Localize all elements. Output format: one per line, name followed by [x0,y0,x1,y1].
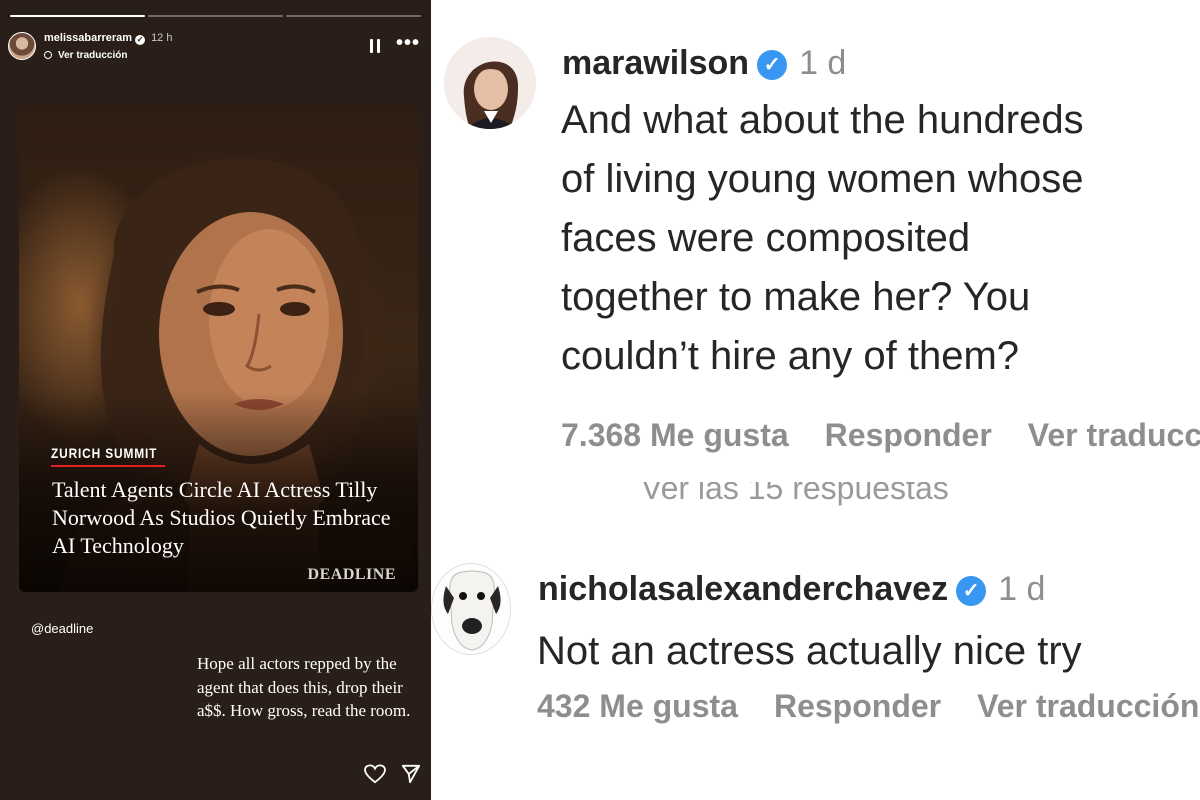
avatar[interactable] [431,563,511,655]
avatar[interactable] [444,37,536,129]
story-time: 12 h [151,32,173,44]
comment-username[interactable]: marawilson [562,44,749,82]
comment-text: Not an actress actually nice try [537,622,1082,681]
translate-link[interactable]: Ver traducción [44,50,127,61]
comment-text: And what about the hundreds of living yo… [561,91,1084,386]
kicker-underline [51,465,165,467]
story-progress-segment [286,15,421,17]
likes-count[interactable]: 432 Me gusta [537,688,738,724]
verified-icon: ✓ [956,576,987,606]
story-progress-segment [148,15,283,17]
comment-actions: 432 Me gusta Responder Ver traducción [537,688,1200,725]
comment-text-line: faces were composited [561,216,971,260]
comments-panel: marawilson ✓ 1 d And what about the hundre… [431,0,1200,800]
view-replies-link[interactable]: Ver las 15 respuestas [641,482,949,507]
story-caption: Hope all actors repped by the agent that… [197,654,411,720]
translate-button[interactable]: Ver traducción [1028,417,1200,453]
heart-icon[interactable] [364,764,386,784]
instagram-story: melissabarreram ✓ 12 h Ver traducción ••• [0,0,431,800]
reply-button[interactable]: Responder [825,417,992,453]
comment-actions: 7.368 Me gusta Responder Ver traducción [561,417,1200,454]
post-headline: Talent Agents Circle AI Actress Tilly No… [52,477,391,558]
comment-text-line: couldn’t hire any of them? [561,334,1020,378]
shared-post-card[interactable]: ZURICH SUMMIT Talent Agents Circle AI Ac… [19,104,418,592]
story-header: melissabarreram ✓ 12 h Ver traducción ••• [8,30,423,66]
mention-sticker[interactable]: @deadline [31,621,93,636]
send-icon[interactable] [401,764,421,784]
globe-icon [44,51,52,59]
story-progress [10,15,421,17]
translate-button[interactable]: Ver traducción [977,688,1199,724]
story-username[interactable]: melissabarreram [44,32,132,44]
translate-label: Ver traducción [58,50,128,61]
more-options-icon[interactable]: ••• [395,33,421,53]
comment-text-line: And what about the hundreds [561,98,1084,142]
comment-username[interactable]: nicholasalexanderchavez [538,570,948,608]
post-brand-logo: DEADLINE [307,566,396,583]
verified-icon: ✓ [757,50,788,80]
avatar[interactable] [8,32,36,60]
comment-text-line: Not an actress actually nice try [537,629,1082,673]
comment-username-row[interactable]: nicholasalexanderchavez ✓ 1 d [538,570,1045,609]
avatar-image [444,37,536,129]
comment-text-line: together to make her? You [561,275,1031,319]
likes-count[interactable]: 7.368 Me gusta [561,417,789,453]
post-kicker: ZURICH SUMMIT [51,445,158,461]
comment-username-row[interactable]: marawilson ✓ 1 d [562,44,846,83]
reply-button[interactable]: Responder [774,688,941,724]
avatar-image [432,564,510,654]
comment-age: 1 d [998,570,1046,608]
comment-text-line: of living young women whose [561,157,1084,201]
verified-icon: ✓ [135,35,146,45]
story-username-row[interactable]: melissabarreram ✓ 12 h [44,32,172,45]
comment-age: 1 d [799,44,847,82]
pause-icon[interactable] [369,39,381,53]
story-progress-segment [10,15,145,17]
